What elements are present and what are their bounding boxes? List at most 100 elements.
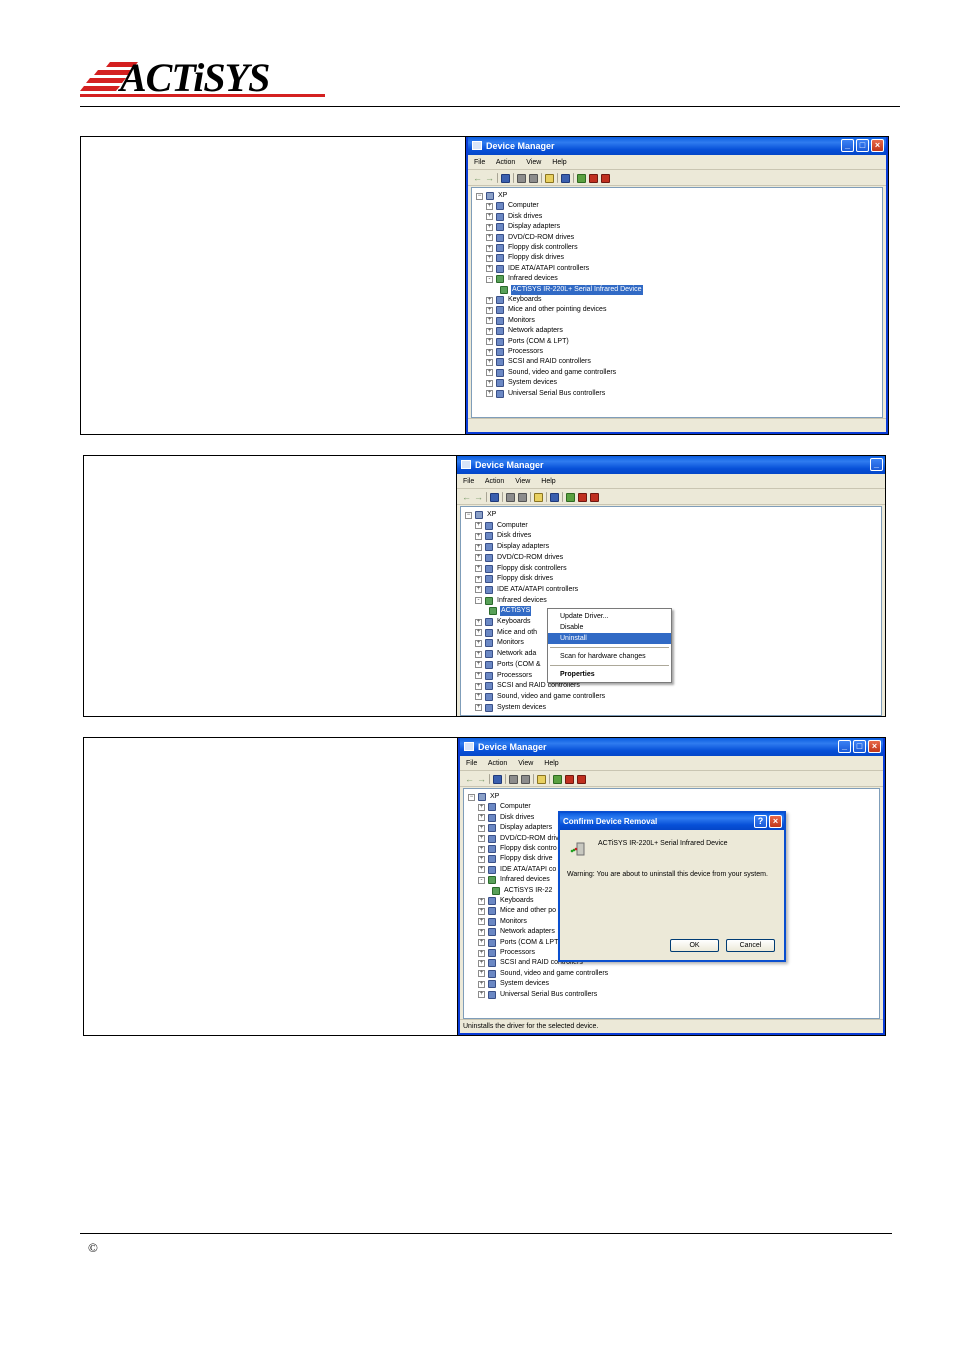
tree-item[interactable]: ACTiSYS IR-22 <box>492 886 553 896</box>
tree-item[interactable]: + System devices <box>475 703 547 713</box>
menu-view[interactable]: View <box>515 478 530 485</box>
tree-item[interactable]: + Network ada <box>475 649 537 659</box>
collapse-icon[interactable]: − <box>465 511 472 519</box>
help-icon[interactable] <box>537 774 546 784</box>
update-driver-icon[interactable] <box>566 492 575 502</box>
properties-icon[interactable] <box>509 774 518 784</box>
menu-item-disable[interactable]: Disable <box>548 622 671 633</box>
properties-icon[interactable] <box>506 492 515 502</box>
tree-item[interactable]: + Universal Serial Bus controllers <box>486 389 606 399</box>
title-bar[interactable]: Device Manager _ <box>457 456 885 474</box>
menu-action[interactable]: Action <box>485 478 504 485</box>
uninstall-icon[interactable] <box>589 173 598 183</box>
tree-item[interactable]: + Sound, video and game controllers <box>478 969 609 979</box>
cancel-button[interactable]: Cancel <box>726 939 775 952</box>
tree-root[interactable]: − XP <box>465 510 497 520</box>
expand-icon[interactable]: + <box>475 661 482 669</box>
dialog-close-button[interactable]: × <box>769 815 782 828</box>
disable-icon[interactable] <box>601 173 610 183</box>
expand-icon[interactable]: + <box>478 855 485 863</box>
expand-icon[interactable]: + <box>486 296 493 304</box>
expand-icon[interactable]: + <box>486 202 493 210</box>
tree-item[interactable]: + Display adapters <box>475 542 550 552</box>
back-icon[interactable]: ← <box>473 173 482 183</box>
expand-icon[interactable]: + <box>475 682 482 690</box>
tree-item[interactable]: + Disk drives <box>478 813 535 823</box>
disable-icon[interactable] <box>590 492 599 502</box>
tree-item[interactable]: + IDE ATA/ATAPI controllers <box>475 585 579 595</box>
tree-root[interactable]: − XP <box>468 792 500 802</box>
scan-hardware-icon[interactable] <box>550 492 559 502</box>
expand-icon[interactable]: + <box>475 565 482 572</box>
print-icon[interactable] <box>529 173 538 183</box>
expand-icon[interactable]: + <box>475 693 482 701</box>
expand-icon[interactable]: + <box>478 928 485 936</box>
expand-icon[interactable]: + <box>475 522 482 530</box>
expand-icon[interactable]: + <box>486 317 493 325</box>
print-icon[interactable] <box>521 774 530 784</box>
expand-icon[interactable]: + <box>475 554 482 562</box>
tree-item[interactable]: + IDE ATA/ATAPI co <box>478 865 557 875</box>
show-hide-tree-icon[interactable] <box>501 173 510 183</box>
tree-item[interactable]: + Keyboards <box>478 896 534 906</box>
tree-root[interactable]: − XP <box>476 191 508 201</box>
scan-hardware-icon[interactable] <box>561 173 570 183</box>
menu-view[interactable]: View <box>526 159 541 166</box>
menu-item-update-driver[interactable]: Update Driver... <box>548 611 671 622</box>
close-button[interactable]: × <box>871 139 884 152</box>
expand-icon[interactable]: + <box>486 265 493 273</box>
tree-item[interactable]: + SCSI and RAID controllers <box>486 357 592 367</box>
tree-item[interactable]: + Sound, video and game controllers <box>486 368 617 378</box>
tree-item[interactable]: + DVD/CD-ROM drives <box>475 553 564 563</box>
show-hide-tree-icon[interactable] <box>490 492 499 502</box>
expand-icon[interactable]: + <box>478 835 485 843</box>
tree-item[interactable]: + Processors <box>478 948 536 958</box>
collapse-icon[interactable]: − <box>476 192 483 200</box>
update-driver-icon[interactable] <box>553 774 562 784</box>
close-button[interactable]: × <box>868 740 881 753</box>
tree-item[interactable]: + Disk drives <box>475 531 532 541</box>
tree-item[interactable]: + IDE ATA/ATAPI controllers <box>486 264 590 274</box>
tree-item-selected-device[interactable]: ACTiSYS IR-220L+ Serial Infrared Device <box>500 284 643 295</box>
expand-icon[interactable]: + <box>486 306 493 314</box>
ok-button[interactable]: OK <box>670 939 719 952</box>
tree-item[interactable]: + Mice and oth <box>475 628 538 638</box>
tree-item[interactable]: + Sound, video and game controllers <box>475 692 606 702</box>
tree-item[interactable]: + DVD/CD-ROM drives <box>486 233 575 243</box>
tree-item[interactable]: + Ports (COM & LPT <box>478 938 559 948</box>
menu-item-uninstall[interactable]: Uninstall <box>548 633 671 644</box>
expand-icon[interactable]: + <box>478 980 485 988</box>
expand-icon[interactable]: + <box>478 949 485 957</box>
tree-item[interactable]: + Display adapters <box>486 222 561 232</box>
expand-icon[interactable]: + <box>475 532 482 540</box>
forward-icon[interactable]: → <box>477 774 486 784</box>
tree-item[interactable]: + System devices <box>486 378 558 388</box>
minimize-button[interactable]: _ <box>870 458 883 471</box>
back-icon[interactable]: ← <box>465 774 474 784</box>
expand-icon[interactable]: + <box>475 543 482 551</box>
dialog-title-bar[interactable]: Confirm Device Removal ? × <box>560 813 784 830</box>
expand-icon[interactable]: + <box>475 650 482 658</box>
tree-item[interactable]: + DVD/CD-ROM driv <box>478 834 560 844</box>
minimize-button[interactable]: _ <box>841 139 854 152</box>
tree-item[interactable]: + Ports (COM & LPT) <box>486 337 570 347</box>
tree-item[interactable]: + System devices <box>478 979 550 989</box>
expand-icon[interactable]: + <box>486 254 493 262</box>
expand-icon[interactable]: + <box>478 918 485 926</box>
collapse-icon[interactable]: − <box>468 793 475 801</box>
tree-item[interactable]: + Monitors <box>478 917 528 927</box>
tree-item[interactable]: + Floppy disk controllers <box>475 564 568 574</box>
expand-icon[interactable]: + <box>478 814 485 822</box>
menu-item-properties[interactable]: Properties <box>548 669 671 680</box>
expand-icon[interactable]: + <box>475 629 482 637</box>
expand-icon[interactable]: + <box>475 586 482 594</box>
menu-action[interactable]: Action <box>488 760 507 767</box>
tree-item[interactable]: + Monitors <box>475 638 525 648</box>
menu-help[interactable]: Help <box>541 478 555 485</box>
help-icon[interactable] <box>545 173 554 183</box>
tree-item[interactable]: + Floppy disk drives <box>486 253 565 263</box>
expand-icon[interactable]: + <box>475 639 482 647</box>
show-hide-tree-icon[interactable] <box>493 774 502 784</box>
expand-icon[interactable]: + <box>478 824 485 832</box>
tree-item[interactable]: + Keyboards <box>475 617 531 627</box>
